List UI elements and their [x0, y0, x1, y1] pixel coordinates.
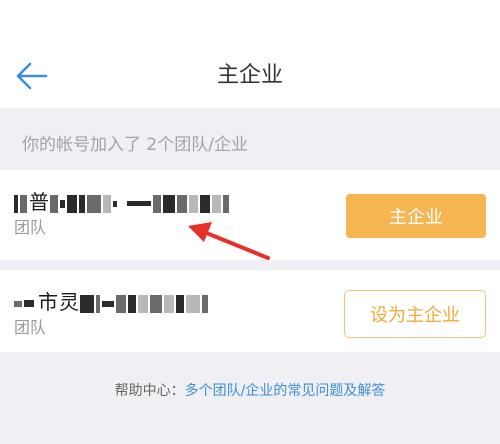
redacted-text	[79, 194, 85, 213]
header: 主企业	[0, 0, 500, 108]
main-org-button[interactable]: 主企业	[346, 194, 486, 238]
redacted-text	[96, 294, 100, 313]
redacted-text	[128, 294, 136, 313]
org-name-visible: 市灵	[38, 290, 80, 314]
redacted-text	[202, 294, 208, 313]
redacted-text	[176, 294, 184, 313]
redacted-text	[153, 194, 161, 213]
redacted-text	[189, 194, 198, 213]
help-prefix: 帮助中心：	[114, 383, 185, 399]
org-name: 市灵	[14, 286, 210, 315]
org-type: 团队	[14, 218, 47, 237]
redacted-text	[67, 194, 77, 213]
redacted-text	[14, 194, 18, 213]
redacted-text	[113, 200, 117, 207]
redacted-text	[177, 194, 187, 213]
org-card-main: 普 团队 主企业	[0, 170, 500, 260]
redacted-text	[164, 294, 174, 313]
redacted-text	[223, 194, 229, 213]
redacted-text	[87, 194, 101, 213]
redacted-text	[102, 300, 114, 307]
redacted-text	[163, 194, 175, 213]
redacted-text	[14, 300, 22, 307]
redacted-text	[212, 194, 221, 213]
org-card-secondary: 市灵 团队 设为主企业	[0, 270, 500, 352]
org-type: 团队	[14, 318, 47, 337]
org-name-visible: 普	[29, 190, 50, 214]
redacted-text	[50, 194, 58, 213]
redacted-text	[80, 294, 94, 313]
page-title: 主企业	[216, 63, 283, 88]
set-main-org-button[interactable]: 设为主企业	[344, 290, 486, 338]
org-name: 普	[14, 186, 231, 215]
redacted-text	[186, 294, 200, 313]
help-faq-link[interactable]: 多个团队/企业的常见问题及解答	[185, 383, 386, 399]
redacted-text	[116, 294, 126, 313]
redacted-text	[127, 201, 151, 206]
redacted-text	[60, 199, 65, 208]
section-label: 你的帐号加入了 2个团队/企业	[22, 135, 248, 155]
redacted-text	[138, 294, 148, 313]
help-center: 帮助中心：多个团队/企业的常见问题及解答	[0, 380, 500, 400]
redacted-text	[20, 194, 27, 213]
redacted-text	[103, 194, 111, 213]
redacted-text	[150, 294, 162, 313]
redacted-text	[24, 300, 34, 307]
redacted-text	[200, 194, 210, 213]
